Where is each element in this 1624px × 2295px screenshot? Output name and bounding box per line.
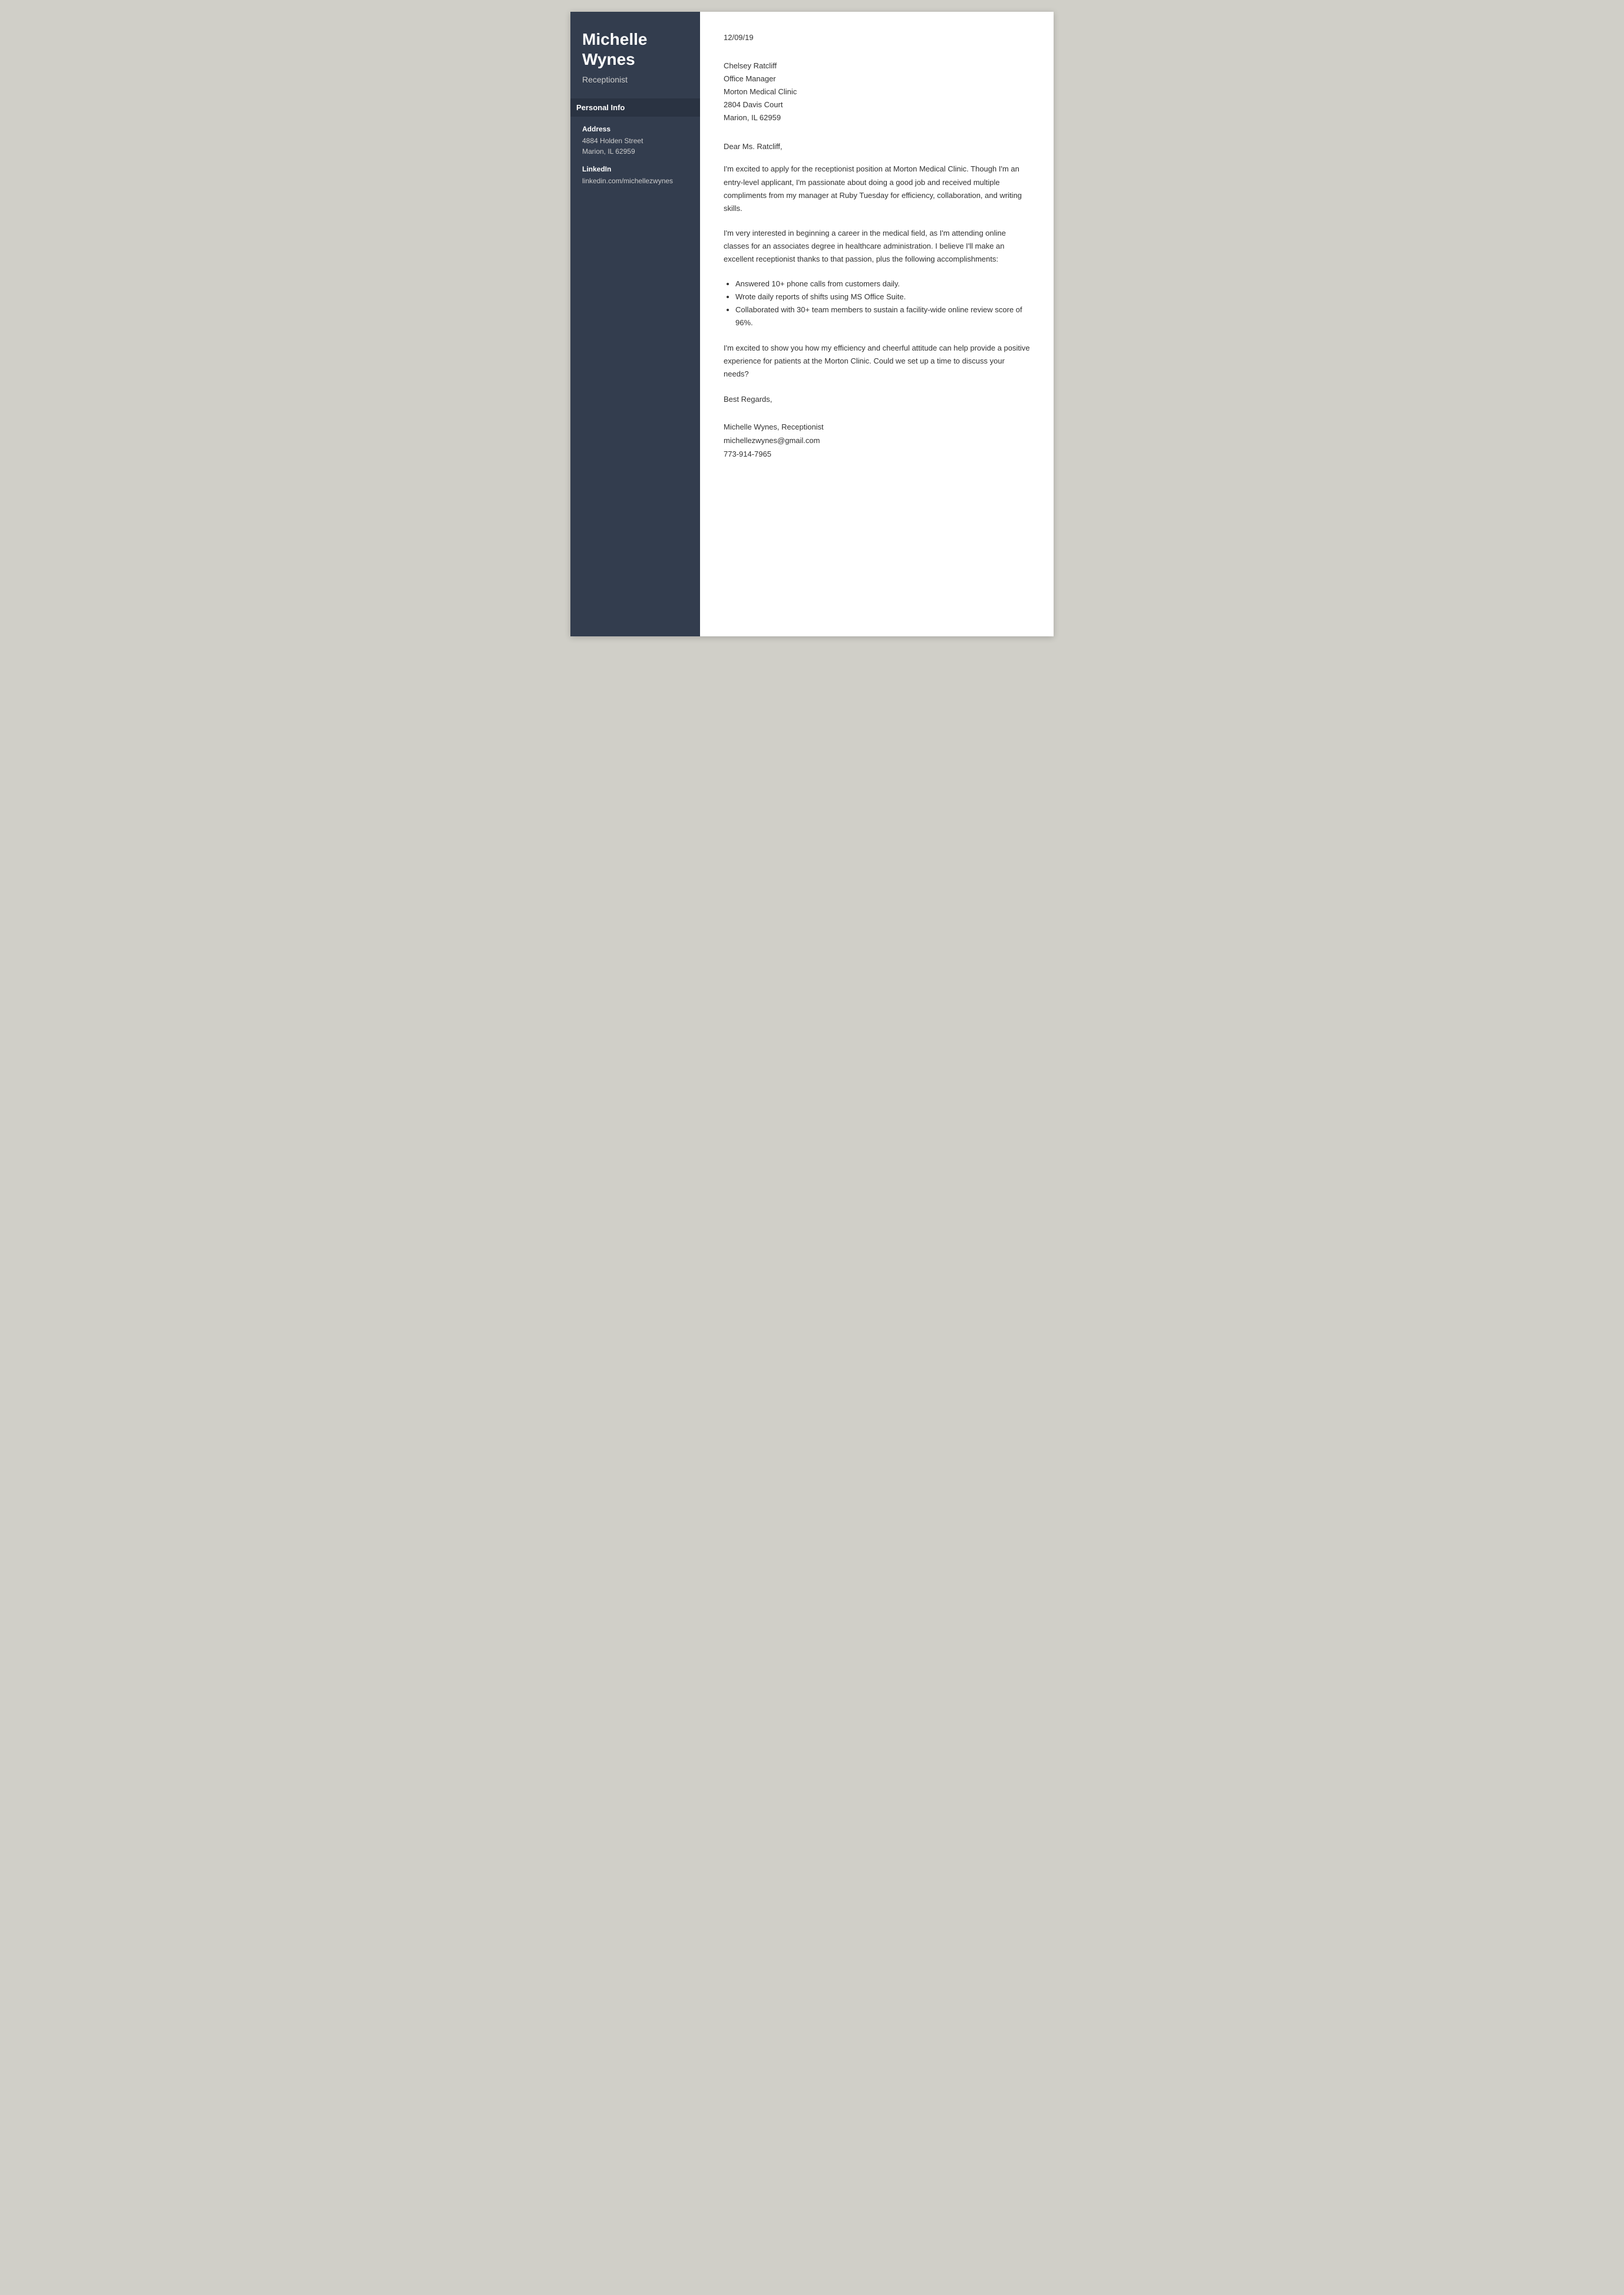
- signature-phone: 773-914-7965: [724, 447, 1030, 461]
- closing-block: Best Regards, Michelle Wynes, Receptioni…: [724, 392, 1030, 461]
- linkedin-label: LinkedIn: [582, 165, 688, 173]
- applicant-title: Receptionist: [582, 75, 688, 84]
- recipient-company: Morton Medical Clinic: [724, 85, 1030, 98]
- bullet-2: Wrote daily reports of shifts using MS O…: [735, 290, 1030, 303]
- salutation: Dear Ms. Ratcliff,: [724, 142, 1030, 151]
- paragraph-1: I'm excited to apply for the receptionis…: [724, 163, 1030, 214]
- recipient-title: Office Manager: [724, 72, 1030, 85]
- address-line1: 4884 Holden Street: [582, 137, 643, 145]
- bullet-3: Collaborated with 30+ team members to su…: [735, 303, 1030, 329]
- address-line2: Marion, IL 62959: [582, 147, 635, 156]
- personal-info-header: Personal Info: [570, 98, 700, 117]
- paragraph-2: I'm very interested in beginning a caree…: [724, 227, 1030, 266]
- linkedin-value: linkedin.com/michellezwynes: [582, 176, 688, 186]
- bullet-1: Answered 10+ phone calls from customers …: [735, 278, 1030, 290]
- accomplishments-list: Answered 10+ phone calls from customers …: [735, 278, 1030, 329]
- applicant-name: Michelle Wynes: [582, 29, 688, 69]
- recipient-name: Chelsey Ratcliff: [724, 60, 1030, 72]
- signature-email: michellezwynes@gmail.com: [724, 434, 1030, 447]
- address-value: 4884 Holden Street Marion, IL 62959: [582, 136, 688, 157]
- signature-name: Michelle Wynes, Receptionist: [724, 420, 1030, 434]
- document: Michelle Wynes Receptionist Personal Inf…: [570, 12, 1054, 636]
- paragraph-3: I'm excited to show you how my efficienc…: [724, 342, 1030, 381]
- sidebar: Michelle Wynes Receptionist Personal Inf…: [570, 12, 700, 636]
- closing-salutation: Best Regards,: [724, 392, 1030, 406]
- address-label: Address: [582, 125, 688, 133]
- letter-body: I'm excited to apply for the receptionis…: [724, 163, 1030, 380]
- recipient-block: Chelsey Ratcliff Office Manager Morton M…: [724, 60, 1030, 124]
- letter-date: 12/09/19: [724, 33, 1030, 42]
- main-content: 12/09/19 Chelsey Ratcliff Office Manager…: [700, 12, 1054, 636]
- recipient-address2: Marion, IL 62959: [724, 111, 1030, 124]
- recipient-address1: 2804 Davis Court: [724, 98, 1030, 111]
